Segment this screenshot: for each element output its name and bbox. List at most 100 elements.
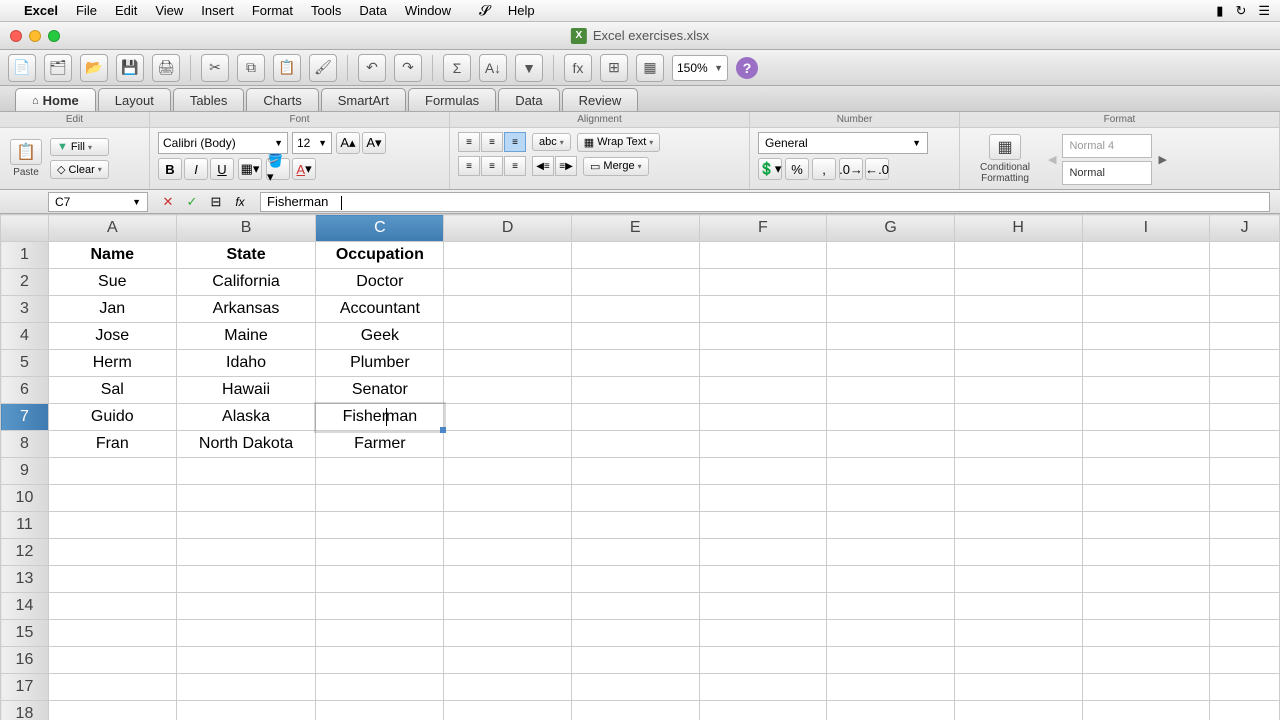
open-button[interactable]: 📂 [80,54,108,82]
menu-format[interactable]: Format [252,3,293,18]
autosum-button[interactable]: Σ [443,54,471,82]
orientation-button[interactable]: abc▾ [532,133,571,151]
row-header-2[interactable]: 2 [1,269,49,296]
cell-E6[interactable] [571,377,699,404]
cell-A4[interactable]: Jose [48,323,176,350]
chevron-right-icon[interactable]: ▶ [1158,153,1166,166]
cell-F14[interactable] [699,593,827,620]
wrap-text-button[interactable]: ▦ Wrap Text▾ [577,133,661,152]
cell-H14[interactable] [954,593,1082,620]
cell-D2[interactable] [444,269,572,296]
cell-H3[interactable] [954,296,1082,323]
font-color-button[interactable]: A▾ [292,158,316,180]
cell-F11[interactable] [699,512,827,539]
cell-C14[interactable] [316,593,444,620]
cell-F13[interactable] [699,566,827,593]
cell-F12[interactable] [699,539,827,566]
row-header-6[interactable]: 6 [1,377,49,404]
cell-H5[interactable] [954,350,1082,377]
increase-decimal-button[interactable]: .0→ [839,158,863,180]
row-header-1[interactable]: 1 [1,242,49,269]
cell-G15[interactable] [827,620,955,647]
cell-G3[interactable] [827,296,955,323]
cell-G6[interactable] [827,377,955,404]
cell-B15[interactable] [176,620,316,647]
row-header-3[interactable]: 3 [1,296,49,323]
cell-H4[interactable] [954,323,1082,350]
cell-J6[interactable] [1210,377,1280,404]
cell-F18[interactable] [699,701,827,720]
cell-C12[interactable] [316,539,444,566]
cell-F9[interactable] [699,458,827,485]
cell-H17[interactable] [954,674,1082,701]
cell-G12[interactable] [827,539,955,566]
cell-A14[interactable] [48,593,176,620]
merge-button[interactable]: ▭ Merge▾ [583,157,649,176]
cell-E2[interactable] [571,269,699,296]
media-browser-button[interactable]: ▦ [636,54,664,82]
cell-F4[interactable] [699,323,827,350]
cancel-edit-button[interactable]: ✕ [158,193,178,211]
menu-view[interactable]: View [155,3,183,18]
number-format-select[interactable]: General▼ [758,132,928,154]
increase-font-button[interactable]: A▴ [336,132,360,154]
cell-H1[interactable] [954,242,1082,269]
cell-J15[interactable] [1210,620,1280,647]
cell-J3[interactable] [1210,296,1280,323]
chevron-left-icon[interactable]: ◀ [1048,153,1056,166]
spreadsheet[interactable]: ABCDEFGHIJ1NameStateOccupation2SueCalifo… [0,214,1280,720]
cell-A8[interactable]: Fran [48,431,176,458]
cell-A9[interactable] [48,458,176,485]
cell-A17[interactable] [48,674,176,701]
cell-G18[interactable] [827,701,955,720]
row-header-15[interactable]: 15 [1,620,49,647]
column-header-H[interactable]: H [954,215,1082,242]
row-header-10[interactable]: 10 [1,485,49,512]
cell-D12[interactable] [444,539,572,566]
cell-F17[interactable] [699,674,827,701]
cell-J5[interactable] [1210,350,1280,377]
cell-D4[interactable] [444,323,572,350]
cell-I13[interactable] [1082,566,1210,593]
cell-F8[interactable] [699,431,827,458]
fill-button[interactable]: ▼Fill▾ [50,138,109,156]
filter-button[interactable]: ▼ [515,54,543,82]
cell-C8[interactable]: Farmer [316,431,444,458]
cell-B13[interactable] [176,566,316,593]
cell-C7[interactable]: Fisherman [316,404,444,431]
cell-J10[interactable] [1210,485,1280,512]
row-header-8[interactable]: 8 [1,431,49,458]
cell-A18[interactable] [48,701,176,720]
cell-C16[interactable] [316,647,444,674]
cell-D5[interactable] [444,350,572,377]
status-battery-icon[interactable]: ▮ [1216,3,1223,19]
cell-I11[interactable] [1082,512,1210,539]
column-header-B[interactable]: B [176,215,316,242]
new-workbook-button[interactable]: 📄 [8,54,36,82]
row-header-16[interactable]: 16 [1,647,49,674]
cell-B12[interactable] [176,539,316,566]
select-all-corner[interactable] [1,215,49,242]
sort-button[interactable]: A↓ [479,54,507,82]
name-box[interactable]: C7▼ [48,192,148,212]
underline-button[interactable]: U [210,158,234,180]
align-center-button[interactable]: ≡ [481,156,503,176]
column-header-C[interactable]: C [316,215,444,242]
row-header-12[interactable]: 12 [1,539,49,566]
row-header-14[interactable]: 14 [1,593,49,620]
cell-C18[interactable] [316,701,444,720]
cell-F16[interactable] [699,647,827,674]
cell-G17[interactable] [827,674,955,701]
column-header-A[interactable]: A [48,215,176,242]
status-spotlight-icon[interactable]: ☰ [1258,3,1270,19]
cell-F5[interactable] [699,350,827,377]
tab-layout[interactable]: Layout [98,88,171,111]
menu-data[interactable]: Data [359,3,386,18]
cell-I5[interactable] [1082,350,1210,377]
cell-E5[interactable] [571,350,699,377]
cell-B1[interactable]: State [176,242,316,269]
cell-I10[interactable] [1082,485,1210,512]
cell-J9[interactable] [1210,458,1280,485]
cell-D15[interactable] [444,620,572,647]
column-header-F[interactable]: F [699,215,827,242]
